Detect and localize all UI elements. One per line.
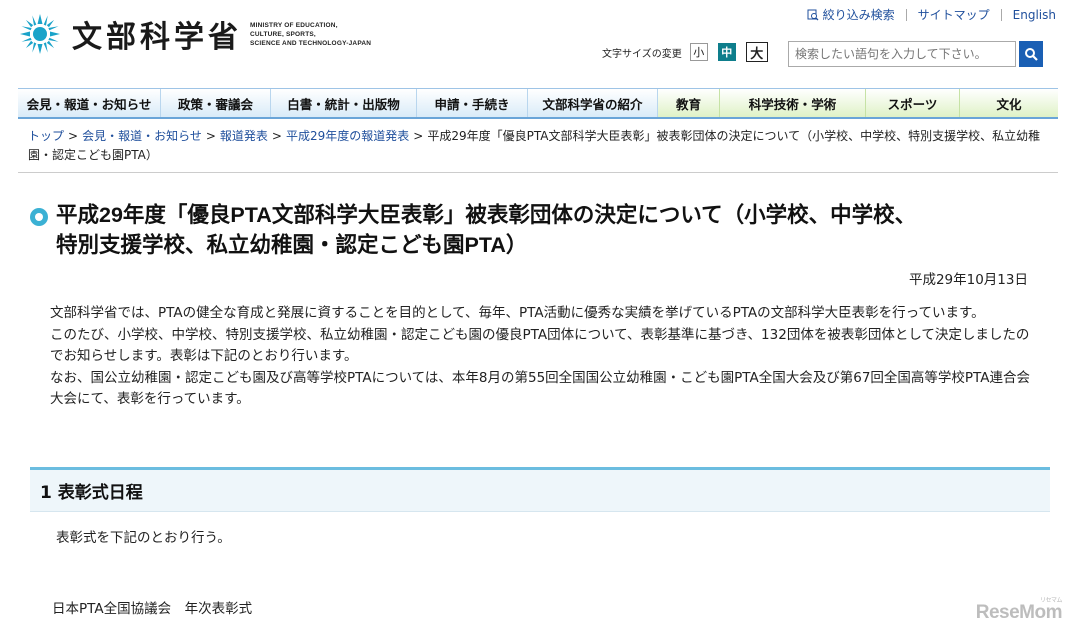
site-header: 文部科学省 MINISTRY OF EDUCATION, CULTURE, SP…: [0, 0, 1076, 88]
search-icon: [1025, 48, 1038, 61]
nav-applications[interactable]: 申請・手続き: [417, 89, 528, 117]
page-title: 平成29年度「優良PTA文部科学大臣表彰」被表彰団体の決定について（小学校、中学…: [56, 203, 917, 257]
nav-education[interactable]: 教育: [658, 89, 720, 117]
divider: [30, 511, 1050, 512]
nav-policy-council[interactable]: 政策・審議会: [161, 89, 271, 117]
nav-culture[interactable]: 文化: [960, 89, 1058, 117]
paragraph: このたび、小学校、中学校、特別支援学校、私立幼稚園・認定こども園の優良PTA団体…: [50, 326, 1030, 365]
divider: [1000, 8, 1002, 21]
font-size-large-button[interactable]: 大: [745, 42, 768, 62]
intro-text: 文部科学省では、PTAの健全な育成と発展に資することを目的として、毎年、PTA活…: [50, 303, 1040, 411]
nav-sports[interactable]: スポーツ: [866, 89, 960, 117]
logo-emblem-icon: [18, 12, 62, 56]
nav-whitepaper-stats[interactable]: 白書・統計・出版物: [271, 89, 417, 117]
sitemap-link[interactable]: サイトマップ: [918, 6, 990, 23]
page-title-block: 平成29年度「優良PTA文部科学大臣表彰」被表彰団体の決定について（小学校、中学…: [30, 200, 1050, 260]
divider: [905, 8, 907, 21]
divider: [18, 172, 1058, 173]
breadcrumb-link-fy29[interactable]: 平成29年度の報道発表: [286, 129, 409, 143]
search-button[interactable]: [1019, 41, 1043, 67]
filter-search-label: 絞り込み検索: [822, 8, 895, 22]
utility-links: 絞り込み検索 サイトマップ English: [807, 6, 1056, 23]
paragraph: 文部科学省では、PTAの健全な育成と発展に資することを目的として、毎年、PTA活…: [50, 305, 985, 321]
watermark-logo: ReseMom リセマム: [975, 598, 1063, 623]
nav-about-ministry[interactable]: 文部科学省の紹介: [528, 89, 658, 117]
ministry-logo[interactable]: 文部科学省 MINISTRY OF EDUCATION, CULTURE, SP…: [18, 12, 371, 56]
section-heading: 1 表彰式日程: [30, 467, 1050, 511]
breadcrumb-link-top[interactable]: トップ: [28, 129, 64, 143]
site-search: [788, 41, 1043, 67]
section-text: 表彰式を下記のとおり行う。: [56, 530, 231, 546]
logo-english-name: MINISTRY OF EDUCATION, CULTURE, SPORTS, …: [250, 21, 372, 47]
event-name: 日本PTA全国協議会 年次表彰式: [52, 601, 253, 617]
title-bullet-icon: [30, 208, 48, 226]
english-link[interactable]: English: [1013, 8, 1056, 22]
logo-japanese-name: 文部科学省: [72, 20, 242, 55]
nav-science-tech[interactable]: 科学技術・学術: [720, 89, 866, 117]
publish-date: 平成29年10月13日: [908, 272, 1028, 288]
font-size-small-button[interactable]: 小: [689, 43, 708, 61]
font-size-medium-button[interactable]: 中: [717, 43, 736, 61]
breadcrumb-link-press[interactable]: 報道発表: [220, 129, 268, 143]
font-size-label: 文字サイズの変更: [602, 48, 682, 60]
search-input[interactable]: [788, 41, 1016, 67]
global-nav: 会見・報道・お知らせ 政策・審議会 白書・統計・出版物 申請・手続き 文部科学省…: [18, 88, 1058, 119]
breadcrumb: トップ > 会見・報道・お知らせ > 報道発表 > 平成29年度の報道発表 > 平成29年度「優…: [28, 129, 1041, 162]
nav-press-news[interactable]: 会見・報道・お知らせ: [18, 89, 161, 117]
magnifier-doc-icon: [807, 9, 819, 20]
filter-search-link[interactable]: 絞り込み検索: [807, 6, 895, 23]
paragraph: なお、国公立幼稚園・認定こども園及び高等学校PTAについては、本年8月の第55回…: [50, 369, 1030, 408]
breadcrumb-link-news[interactable]: 会見・報道・お知らせ: [82, 129, 202, 143]
font-size-switcher: 文字サイズの変更 小 中 大: [602, 42, 778, 62]
